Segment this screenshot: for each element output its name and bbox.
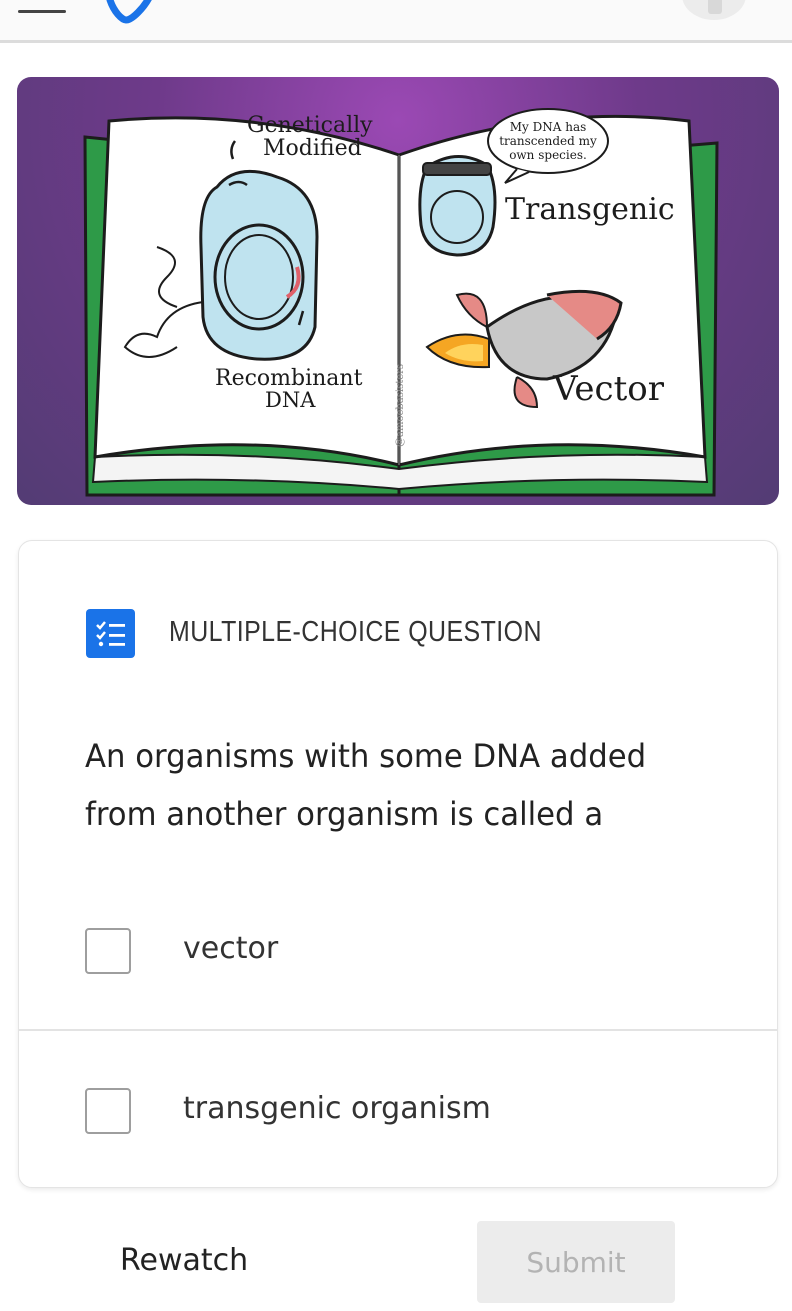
checkbox[interactable] (85, 1088, 131, 1134)
hamburger-icon[interactable] (18, 0, 66, 14)
label-genetically: Genetically (247, 113, 373, 138)
profile-avatar[interactable] (682, 0, 746, 20)
bubble-line-1: My DNA has (510, 120, 587, 134)
label-dna: DNA (265, 388, 316, 412)
label-modified: Modified (263, 136, 362, 161)
bubble-line-3: own species. (509, 148, 587, 162)
question-type-label: MULTIPLE-CHOICE QUESTION (169, 616, 542, 648)
image-credit: @amoebasisters (395, 364, 406, 447)
bubble-line-2: transcended my (499, 134, 597, 148)
option-label: transgenic organism (183, 1091, 491, 1126)
label-transgenic: Transgenic (505, 192, 675, 227)
app-logo-icon[interactable] (104, 0, 160, 26)
top-bar (0, 0, 792, 43)
question-card: MULTIPLE-CHOICE QUESTION An organisms wi… (18, 540, 778, 1188)
submit-button[interactable]: Submit (477, 1221, 675, 1303)
hero-illustration: Genetically Modified Recombinant DNA My … (17, 77, 779, 505)
checklist-icon (86, 609, 135, 658)
rewatch-button[interactable]: Rewatch (120, 1243, 248, 1278)
option-label: vector (183, 931, 279, 966)
checkbox[interactable] (85, 928, 131, 974)
label-vector: Vector (552, 369, 665, 409)
option-transgenic-organism[interactable]: transgenic organism (19, 1029, 777, 1187)
question-text: An organisms with some DNA added from an… (85, 737, 647, 833)
option-vector[interactable]: vector (19, 871, 777, 1029)
open-book-illustration: Genetically Modified Recombinant DNA My … (83, 108, 719, 497)
